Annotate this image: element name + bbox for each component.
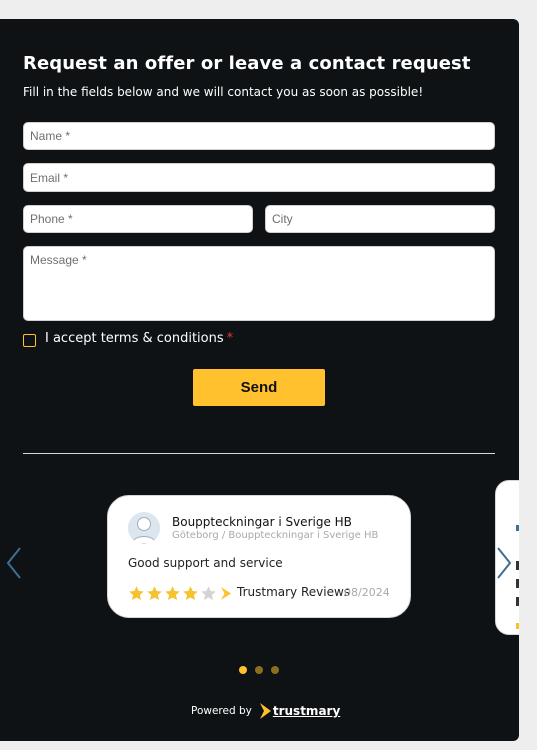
star-icon [165, 586, 180, 601]
user-avatar-icon [131, 517, 157, 544]
trustmary-brand: trustmary [259, 703, 341, 719]
star-icon [183, 586, 198, 601]
avatar [128, 512, 160, 544]
rating-stars [128, 585, 217, 602]
divider [23, 453, 495, 454]
trustmary-logo-icon [259, 703, 271, 719]
form-subtitle: Fill in the fields below and we will con… [23, 85, 424, 99]
star-empty-icon [201, 586, 216, 601]
powered-by-label: Powered by [191, 705, 252, 717]
reviewer-name: Bouppteckningar i Sverige HB [172, 515, 352, 529]
carousel-dot[interactable] [271, 666, 279, 674]
chevron-right-icon[interactable] [494, 545, 514, 581]
brand-name: trustmary [272, 704, 341, 718]
message-field[interactable] [23, 246, 495, 321]
carousel-dot[interactable] [255, 666, 263, 674]
send-button[interactable]: Send [193, 369, 325, 406]
phone-field[interactable] [23, 205, 253, 233]
form-title: Request an offer or leave a contact requ… [23, 53, 471, 74]
city-field[interactable] [265, 205, 495, 233]
powered-by[interactable]: Powered by trustmary [191, 703, 340, 719]
email-field[interactable] [23, 163, 495, 192]
chevron-left-icon[interactable] [4, 545, 24, 581]
star-icon [129, 586, 144, 601]
terms-checkbox[interactable] [23, 334, 36, 347]
review-text: Good support and service [128, 556, 283, 570]
star-icon [147, 586, 162, 601]
name-field[interactable] [23, 122, 495, 150]
review-date: 08/2024 [344, 586, 390, 599]
reviewer-location: Göteborg / Bouppteckningar i Sverige HB [172, 530, 379, 541]
carousel-dot[interactable] [239, 666, 247, 674]
review-source: Trustmary Reviews [237, 585, 351, 599]
trustmary-logo-icon [221, 587, 231, 600]
required-mark: * [226, 331, 234, 346]
contact-panel: Request an offer or leave a contact requ… [0, 19, 519, 741]
review-card: Bouppteckningar i Sverige HB Göteborg / … [107, 495, 411, 618]
terms-label[interactable]: I accept terms & conditions * [45, 331, 233, 346]
carousel-dots [239, 666, 279, 674]
